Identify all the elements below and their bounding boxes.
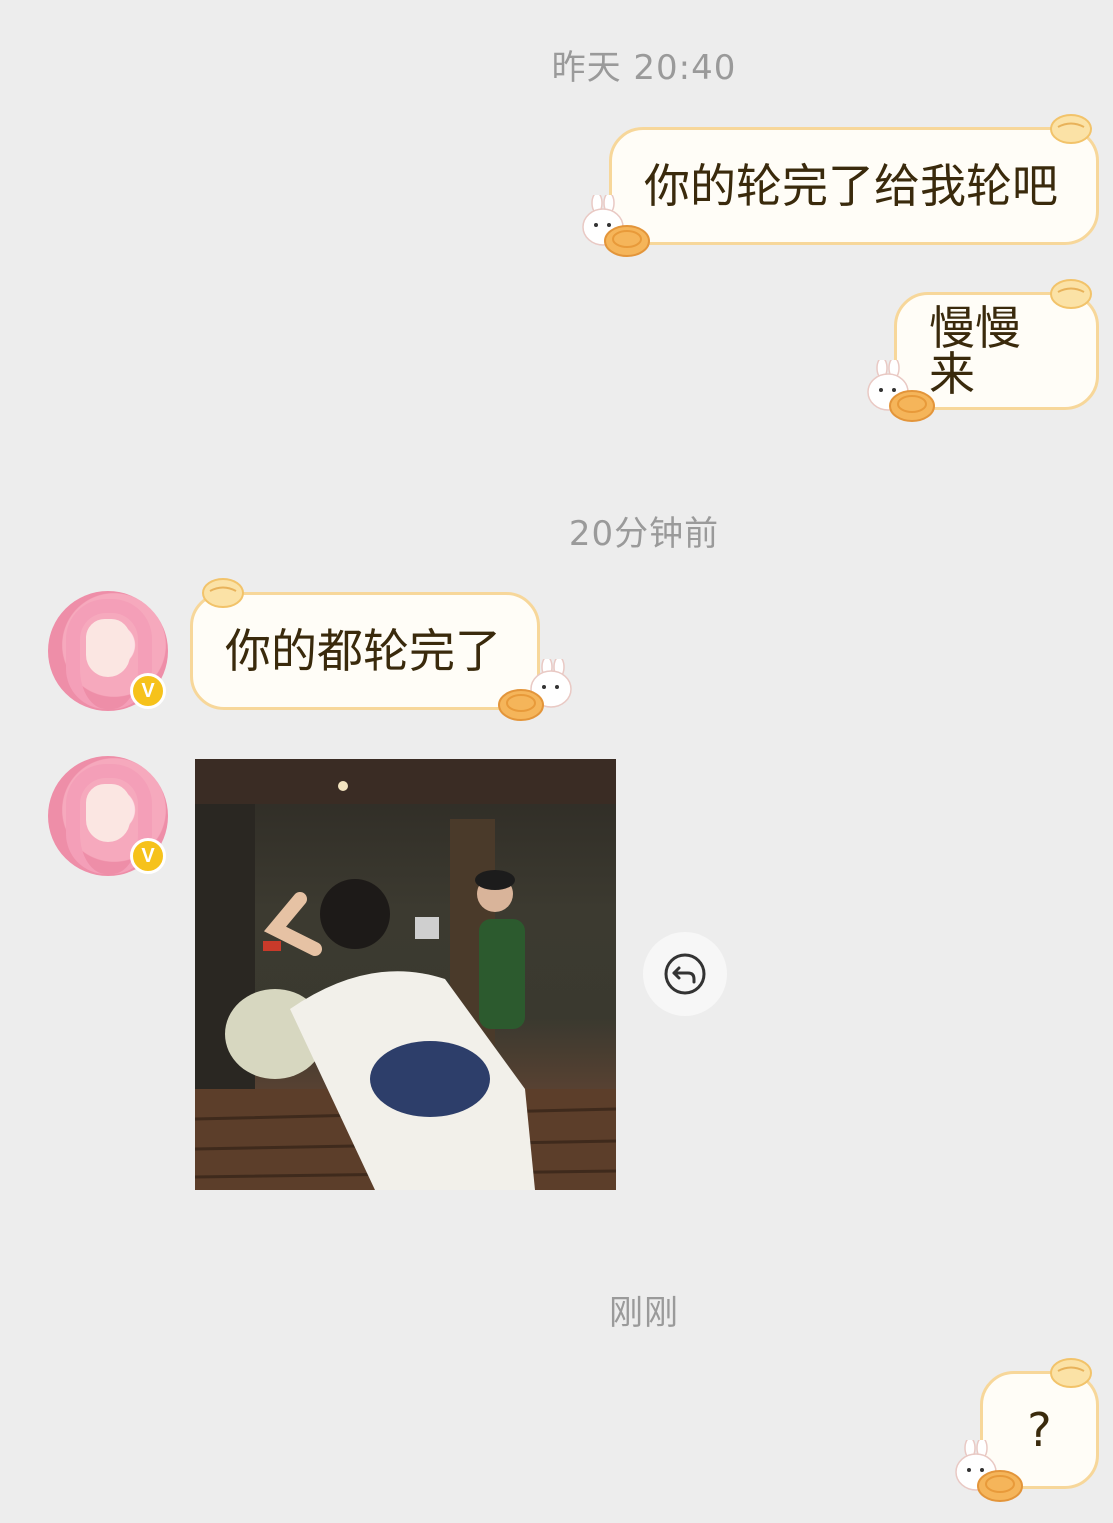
message-text: ?: [1027, 1403, 1052, 1457]
photo-dancing-person: [195, 759, 616, 1190]
reply-arrow-icon: [664, 953, 706, 995]
timestamp-20-minutes-ago: 20分钟前: [568, 514, 720, 554]
moon-cake-sun-icon: [1050, 279, 1092, 309]
rabbit-mooncake-icon: [498, 659, 572, 721]
rabbit-mooncake-icon: [955, 1440, 1023, 1502]
rabbit-mooncake-icon: [582, 195, 650, 257]
outgoing-message-bubble[interactable]: 你的轮完了给我轮吧: [609, 127, 1099, 245]
moon-cake-sun-icon: [202, 578, 244, 608]
timestamp-yesterday: 昨天 20:40: [551, 48, 737, 88]
verified-badge-icon: V: [130, 673, 166, 709]
image-message[interactable]: [195, 759, 616, 1190]
message-text: 你的都轮完了: [225, 624, 501, 678]
timestamp-just-now: 刚刚: [609, 1293, 679, 1333]
moon-cake-sun-icon: [1050, 1358, 1092, 1388]
message-text: 你的轮完了给我轮吧: [644, 159, 1058, 213]
message-text: 慢慢来: [929, 301, 1021, 401]
verified-badge-icon: V: [130, 838, 166, 874]
reply-button[interactable]: [643, 932, 727, 1016]
moon-cake-sun-icon: [1050, 114, 1092, 144]
rabbit-mooncake-icon: [867, 360, 935, 422]
